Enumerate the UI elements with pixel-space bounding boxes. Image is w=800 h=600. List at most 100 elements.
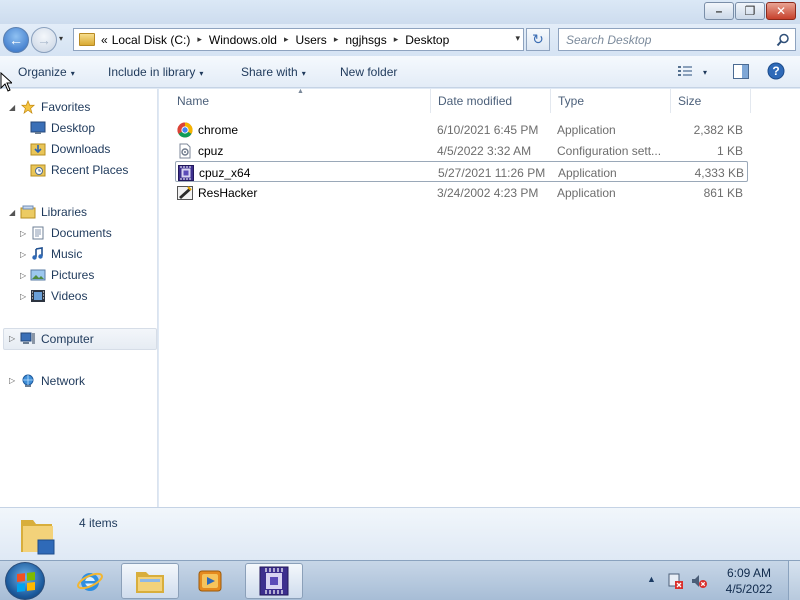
sidebar-item-computer[interactable]: Computer (20, 329, 94, 349)
breadcrumb-separator-icon[interactable]: ▸ (279, 34, 294, 45)
sidebar-item-network[interactable]: Network (20, 371, 85, 391)
volume-muted-icon[interactable] (690, 572, 708, 590)
videos-label: Videos (51, 289, 88, 303)
close-button[interactable]: ✕ (766, 2, 796, 20)
file-type: Application (557, 185, 616, 200)
cpuz-icon (178, 164, 194, 181)
organize-button[interactable]: Organize ▾ (18, 65, 75, 79)
show-desktop-button[interactable] (788, 561, 800, 600)
action-center-icon[interactable] (666, 572, 684, 590)
breadcrumb-local-disk[interactable]: Local Disk (C:) (110, 33, 193, 47)
sidebar-item-libraries[interactable]: Libraries (20, 202, 87, 222)
file-row-chrome[interactable]: chrome 6/10/2021 6:45 PM Application 2,3… (175, 119, 748, 140)
navigation-bar: ← → ▾ « Local Disk (C:) ▸ Windows.old ▸ … (0, 24, 800, 56)
search-input[interactable]: Search Desktop (558, 28, 796, 51)
expand-libraries-icon[interactable]: ◢ (9, 208, 15, 217)
sidebar-item-recent-places[interactable]: Recent Places (30, 160, 128, 180)
help-glyph: ? (772, 64, 779, 78)
recent-places-label: Recent Places (51, 163, 129, 177)
column-header-date-modified[interactable]: Date modified (431, 89, 551, 113)
breadcrumb-users[interactable]: Users (293, 33, 328, 47)
search-icon[interactable] (776, 33, 790, 47)
include-in-library-label: Include in library (108, 65, 196, 79)
column-header-name[interactable]: Name (159, 89, 431, 113)
expand-pictures-icon[interactable]: ▷ (20, 271, 26, 280)
file-name-cell: ResHacker (177, 182, 427, 203)
file-row-cpuz[interactable]: cpuz 4/5/2022 3:32 AM Configuration sett… (175, 140, 748, 161)
taskbar-windows-explorer[interactable] (121, 563, 179, 599)
forward-arrow-icon: → (37, 32, 51, 48)
breadcrumb-desktop[interactable]: Desktop (403, 33, 451, 47)
taskbar-media-player[interactable] (181, 563, 239, 599)
maximize-icon: ❐ (744, 4, 756, 18)
file-row-cpuz-x64[interactable]: cpuz_x64 5/27/2021 11:26 PM Application … (175, 161, 748, 182)
expand-documents-icon[interactable]: ▷ (20, 229, 26, 238)
maximize-button[interactable]: ❐ (735, 2, 765, 20)
sidebar-item-documents[interactable]: Documents (30, 223, 112, 243)
clock[interactable]: 6:09 AM 4/5/2022 (718, 565, 780, 597)
forward-button[interactable]: → (31, 27, 57, 53)
include-in-library-button[interactable]: Include in library ▾ (108, 65, 203, 79)
back-button[interactable]: ← (3, 27, 29, 53)
clock-time: 6:09 AM (726, 566, 772, 580)
show-hidden-icons-button[interactable]: ▲ (647, 574, 656, 584)
chevron-down-icon: ▾ (70, 69, 75, 78)
file-date: 5/27/2021 11:26 PM (438, 165, 546, 180)
navigation-pane: ◢ Favorites Desktop Downloads Recent Pla… (0, 89, 158, 507)
breadcrumb-separator-icon[interactable]: ▸ (329, 34, 344, 45)
chevron-down-icon: ▾ (199, 69, 204, 78)
file-size: 1 KB (716, 143, 743, 158)
expand-videos-icon[interactable]: ▷ (20, 292, 26, 301)
help-icon[interactable]: ? (767, 62, 785, 80)
sidebar-item-downloads[interactable]: Downloads (30, 139, 110, 159)
start-button[interactable] (5, 562, 45, 600)
file-date: 4/5/2022 3:32 AM (437, 143, 532, 158)
breadcrumb-windows-old[interactable]: Windows.old (207, 33, 279, 47)
pictures-icon (30, 269, 46, 281)
sidebar-item-videos[interactable]: Videos (30, 286, 87, 306)
expand-computer-icon[interactable]: ▷ (9, 334, 15, 343)
refresh-icon: ↻ (532, 31, 544, 47)
sidebar-item-music[interactable]: Music (30, 244, 82, 264)
window-controls: – ❐ ✕ (704, 2, 796, 20)
downloads-label: Downloads (51, 142, 111, 156)
music-label: Music (51, 247, 83, 261)
downloads-icon (30, 143, 46, 156)
new-folder-button[interactable]: New folder (340, 65, 397, 79)
taskbar-cpuz[interactable] (245, 563, 303, 599)
breadcrumb-ngjhsgs[interactable]: ngjhsgs (343, 33, 388, 47)
change-view-icon[interactable] (677, 64, 693, 78)
taskbar-internet-explorer[interactable] (61, 563, 119, 599)
address-bar[interactable]: « Local Disk (C:) ▸ Windows.old ▸ Users … (73, 28, 524, 51)
desktop-label: Desktop (51, 121, 96, 135)
organize-label: Organize (18, 65, 67, 79)
minimize-button[interactable]: – (704, 2, 734, 20)
preview-pane-icon[interactable] (733, 64, 749, 79)
address-overflow-chevron[interactable]: « (95, 33, 110, 47)
file-type: Application (558, 165, 617, 180)
column-header-type[interactable]: Type (551, 89, 671, 113)
folder-icon (21, 520, 55, 555)
expand-favorites-icon[interactable]: ◢ (9, 103, 15, 112)
recent-places-icon (30, 164, 46, 177)
breadcrumb-separator-icon[interactable]: ▸ (192, 34, 207, 45)
breadcrumb-separator-icon[interactable]: ▸ (389, 34, 404, 45)
column-header-size[interactable]: Size (671, 89, 751, 113)
sidebar-item-pictures[interactable]: Pictures (30, 265, 94, 285)
details-pane: 4 items (0, 507, 800, 560)
view-options-chevron-icon[interactable]: ▾ (703, 68, 707, 77)
expand-music-icon[interactable]: ▷ (20, 250, 26, 259)
config-file-icon (179, 143, 191, 158)
refresh-button[interactable]: ↻ (526, 28, 550, 51)
file-list: ▲ Name Date modified Type Size chrome 6/… (159, 88, 800, 507)
sidebar-item-desktop[interactable]: Desktop (30, 118, 95, 138)
address-dropdown-icon[interactable]: ▾ (515, 33, 520, 44)
title-bar: – ❐ ✕ (0, 0, 800, 24)
sidebar-item-favorites[interactable]: Favorites (20, 97, 90, 117)
recent-pages-dropdown[interactable]: ▾ (59, 34, 63, 43)
file-row-reshacker[interactable]: ResHacker 3/24/2002 4:23 PM Application … (175, 182, 748, 203)
expand-network-icon[interactable]: ▷ (9, 376, 15, 385)
computer-icon (20, 332, 35, 344)
share-with-button[interactable]: Share with ▾ (241, 65, 306, 79)
file-type: Application (557, 122, 616, 137)
